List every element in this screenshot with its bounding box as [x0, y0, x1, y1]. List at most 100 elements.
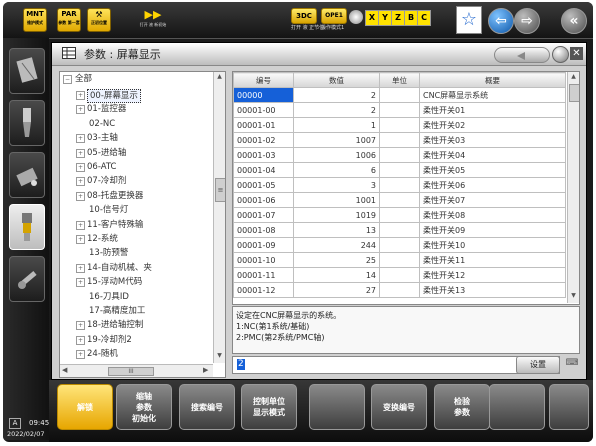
table-row[interactable]: 00001-01 1 柔性开关02	[233, 117, 566, 133]
column-header[interactable]: 概要	[419, 72, 566, 88]
table-row[interactable]: 00001-00 2 柔性开关01	[233, 102, 566, 118]
table-cell: 00001-10	[233, 252, 294, 268]
table-row[interactable]: 00001-04 6 柔性开关05	[233, 162, 566, 178]
tool-wrench-button[interactable]	[9, 256, 45, 302]
tree-scroll-thumb[interactable]: ≡	[215, 178, 225, 202]
softkey-label: 控制单位 显示模式	[253, 397, 285, 417]
expand-icon[interactable]: +	[76, 263, 85, 273]
table-row[interactable]: 00000 2 CNC屏幕显示系统	[233, 87, 566, 103]
expand-icon[interactable]: +	[76, 191, 85, 201]
softkey-label: 搜索编号	[191, 402, 223, 412]
tool-notebook-button[interactable]	[9, 48, 45, 94]
softkey-7[interactable]: 检验 参数	[434, 384, 490, 430]
table-scroll-up-icon[interactable]: ▲	[569, 73, 578, 82]
table-scroll-thumb[interactable]	[569, 84, 579, 102]
3dc-sub-label: 打开 液 正节位	[291, 25, 325, 31]
ope1-badge[interactable]: OPE1	[321, 8, 347, 24]
scroll-right-icon[interactable]: ▶	[203, 366, 208, 374]
set-button[interactable]: 设置	[516, 356, 560, 374]
expand-icon[interactable]: +	[76, 105, 85, 115]
value-input-text: 2	[237, 359, 245, 370]
axis-x-key[interactable]: X	[365, 10, 379, 26]
tree-item-label: 05-进给轴	[87, 147, 127, 158]
tree-hscrollbar[interactable]: ◀ III ▶	[60, 364, 213, 377]
expand-icon[interactable]: +	[76, 350, 85, 360]
softkey-5[interactable]	[309, 384, 365, 430]
table-cell: 27	[293, 282, 380, 298]
tree-hscroll-thumb[interactable]: III	[108, 367, 154, 376]
softkey-9[interactable]	[549, 384, 589, 430]
expand-icon[interactable]: +	[76, 235, 85, 244]
table-row[interactable]: 00001-06 1001 柔性开关07	[233, 192, 566, 208]
softkey-6[interactable]: 变换编号	[371, 384, 427, 430]
scroll-up-icon[interactable]: ▲	[215, 73, 224, 82]
top-bar: MNT 维护模式 PAR 参数 第一套 ⚒ 正初位置 ▶▶ 打开 液 新初始 3…	[3, 2, 593, 39]
table-row[interactable]: 00001-05 3 柔性开关06	[233, 177, 566, 193]
table-row[interactable]: 00001-09 244 柔性开关10	[233, 237, 566, 253]
close-button[interactable]: ✕	[570, 47, 583, 60]
tool-cutter-button[interactable]	[9, 204, 45, 250]
expand-icon[interactable]: +	[76, 278, 85, 288]
axis-b-key[interactable]: B	[404, 10, 418, 26]
keyboard-icon[interactable]: ⌨	[564, 358, 580, 370]
expand-icon[interactable]: +	[76, 148, 85, 158]
softkey-2[interactable]: 缩轴 参数 初始化	[116, 384, 172, 430]
back-button[interactable]: ⇦	[488, 8, 514, 34]
axis-c-key[interactable]: C	[417, 10, 431, 26]
table-scroll-down-icon[interactable]: ▼	[569, 292, 578, 301]
axis-z-key[interactable]: Z	[391, 10, 405, 26]
table-row[interactable]: 00001-08 13 柔性开关09	[233, 222, 566, 238]
softkey-label: 解锁	[77, 402, 93, 412]
par-button[interactable]: PAR 参数 第一套	[57, 8, 81, 32]
parameter-tree: − 全部 +00-屏幕显示 +01-监控器 02-NC +03-主轴 +05-进给轴 +0…	[59, 71, 226, 378]
table-cell: 6	[293, 162, 380, 178]
expand-icon[interactable]: +	[76, 134, 85, 144]
softkey-3[interactable]: 搜索编号	[179, 384, 235, 430]
expand-icon[interactable]: +	[76, 91, 85, 100]
help-button[interactable]	[552, 46, 569, 63]
axis-y-key[interactable]: Y	[378, 10, 392, 26]
double-chevron-icon: «	[569, 13, 579, 29]
table-row[interactable]: 00001-02 1007 柔性开关03	[233, 132, 566, 148]
column-header[interactable]: 单位	[379, 72, 420, 88]
column-header[interactable]: 数值	[293, 72, 380, 88]
star-icon[interactable]: ☆	[456, 6, 482, 34]
tool-probe-button[interactable]	[9, 152, 45, 198]
close-icon: ✕	[572, 48, 581, 59]
axis-mode-icon	[349, 10, 363, 24]
table-row[interactable]: 00001-12 27 柔性开关13	[233, 282, 566, 298]
table-cell: 柔性开关02	[419, 117, 566, 133]
table-vscrollbar[interactable]: ▲ ▼	[567, 72, 579, 303]
origin-position-button[interactable]: ⚒ 正初位置	[87, 8, 111, 32]
mnt-button[interactable]: MNT 维护模式	[23, 8, 47, 32]
run-fast-button[interactable]: ▶▶ 打开 液 新初始	[139, 8, 167, 30]
column-header[interactable]: 编号	[233, 72, 294, 88]
table-cell: 柔性开关03	[419, 132, 566, 148]
softkey-4[interactable]: 控制单位 显示模式	[241, 384, 297, 430]
softkey-8[interactable]	[489, 384, 545, 430]
table-cell: 1019	[293, 207, 380, 223]
table-cell	[379, 117, 420, 133]
tree-vscrollbar[interactable]: ▲ ≡ ▼	[213, 72, 225, 363]
expand-icon[interactable]: +	[76, 321, 85, 331]
scroll-down-icon[interactable]: ▼	[215, 352, 224, 361]
scroll-left-icon[interactable]: ◀	[62, 366, 67, 374]
table-row[interactable]: 00001-07 1019 柔性开关08	[233, 207, 566, 223]
wrench-icon: ⚒	[95, 10, 103, 19]
table-row[interactable]: 00001-03 1006 柔性开关04	[233, 147, 566, 163]
undo-button[interactable]	[494, 47, 550, 63]
tree-item-label: 00-屏幕显示	[87, 89, 141, 103]
expand-icon[interactable]: +	[76, 220, 85, 230]
table-cell: 00001-11	[233, 267, 294, 283]
3dc-badge[interactable]: 3DC	[291, 8, 317, 24]
expand-icon[interactable]: +	[76, 163, 85, 172]
softkey-1[interactable]: 解锁	[57, 384, 113, 430]
expand-icon[interactable]: +	[76, 335, 85, 345]
table-row[interactable]: 00001-11 14 柔性开关12	[233, 267, 566, 283]
collapse-button[interactable]: «	[561, 8, 587, 34]
value-input[interactable]: 2	[232, 356, 560, 374]
tool-drill-button[interactable]	[9, 100, 45, 146]
forward-button[interactable]: ⇨	[514, 8, 540, 34]
expand-icon[interactable]: +	[76, 177, 85, 187]
table-row[interactable]: 00001-10 25 柔性开关11	[233, 252, 566, 268]
